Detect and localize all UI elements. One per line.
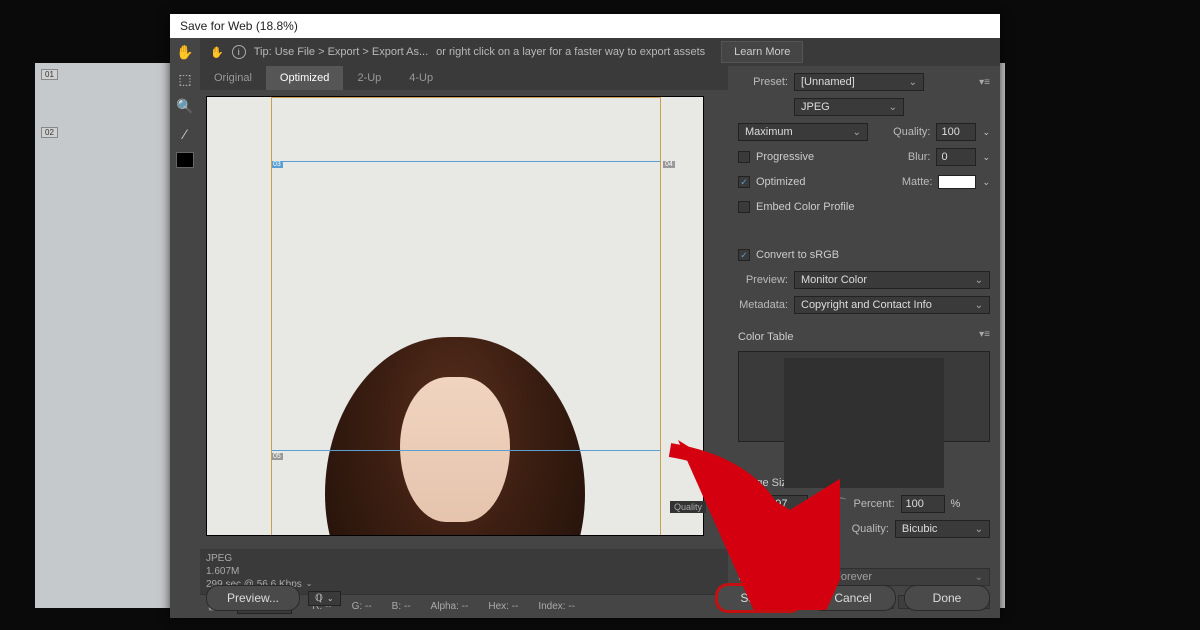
- matte-label: Matte:: [902, 176, 933, 188]
- tip-bar: ✋ i Tip: Use File > Export > Export As..…: [200, 38, 1000, 66]
- eyedropper-tool[interactable]: ⁄: [175, 125, 195, 142]
- tip-text-1: Tip: Use File > Export > Export As...: [254, 46, 428, 58]
- preset-label: Preset:: [738, 76, 788, 88]
- h-label: H:: [738, 523, 752, 535]
- optimized-label: Optimized: [756, 176, 806, 188]
- tool-column: ✋ ⬚ 🔍 ⁄: [170, 38, 200, 168]
- learn-more-button[interactable]: Learn More: [721, 41, 803, 63]
- color-table-title: Color Table: [738, 331, 793, 343]
- quality-input[interactable]: [936, 123, 976, 141]
- slice-select-tool[interactable]: ⬚: [175, 71, 195, 88]
- progressive-label: Progressive: [756, 151, 814, 163]
- progressive-checkbox[interactable]: [738, 151, 750, 163]
- matte-swatch[interactable]: [938, 175, 976, 189]
- resample-dropdown[interactable]: Bicubic: [895, 520, 990, 538]
- animation-title: Animation: [738, 550, 990, 562]
- preview-label: Preview:: [738, 274, 788, 286]
- pct-label: %: [951, 498, 961, 510]
- dialog-titlebar: Save for Web (18.8%): [170, 14, 1000, 38]
- preset-dropdown[interactable]: [Unnamed]: [794, 73, 924, 91]
- bg-slice-01: 01: [41, 69, 58, 80]
- zoom-tool[interactable]: 🔍: [175, 98, 195, 115]
- dialog-footer: Preview... ℚ ⌄ Save... Cancel Done: [206, 584, 990, 612]
- slice-outer: [271, 97, 661, 536]
- hand-tool[interactable]: ✋: [175, 44, 195, 61]
- embed-profile-checkbox[interactable]: [738, 201, 750, 213]
- preset-menu-icon[interactable]: ▾≡: [979, 77, 990, 88]
- quality-label: Quality:: [893, 126, 930, 138]
- chevron-down-icon[interactable]: ⌄: [982, 152, 990, 163]
- width-input[interactable]: [758, 495, 808, 513]
- px-label-2: px: [814, 523, 826, 535]
- blur-input[interactable]: [936, 148, 976, 166]
- blur-label: Blur:: [908, 151, 931, 163]
- quality-badge: Quality: [670, 501, 706, 513]
- dialog-title: Save for Web (18.8%): [180, 19, 298, 33]
- metadata-dropdown[interactable]: Copyright and Contact Info: [794, 296, 990, 314]
- srgb-label: Convert to sRGB: [756, 249, 839, 261]
- view-tabs: Original Optimized 2-Up 4-Up: [200, 66, 728, 90]
- tab-4up[interactable]: 4-Up: [395, 66, 447, 90]
- status-size: 1.607M: [206, 565, 722, 578]
- percent-label: Percent:: [854, 498, 895, 510]
- metadata-label: Metadata:: [738, 299, 788, 311]
- bg-slice-02: 02: [41, 127, 58, 138]
- tab-optimized[interactable]: Optimized: [266, 66, 344, 90]
- info-icon: i: [232, 45, 246, 59]
- percent-input[interactable]: [901, 495, 945, 513]
- browser-preview-dropdown[interactable]: ℚ ⌄: [308, 591, 341, 606]
- optimized-checkbox[interactable]: ✓: [738, 176, 750, 188]
- save-for-web-dialog: Save for Web (18.8%) ✋ ⬚ 🔍 ⁄ ✋ i Tip: Us…: [170, 14, 1000, 618]
- settings-panel: Preset: [Unnamed] ▾≡ JPEG Maximum Qualit…: [728, 66, 1000, 618]
- preview-dropdown[interactable]: Monitor Color: [794, 271, 990, 289]
- hand-icon: ✋: [210, 46, 224, 59]
- status-format: JPEG: [206, 552, 722, 565]
- done-button[interactable]: Done: [904, 585, 990, 611]
- loop-label: Looping Options:: [738, 571, 821, 583]
- chevron-down-icon[interactable]: ⌄: [982, 127, 990, 138]
- chevron-down-icon[interactable]: ⌄: [982, 177, 990, 188]
- color-swatch[interactable]: [176, 152, 194, 168]
- embed-profile-label: Embed Color Profile: [756, 201, 854, 213]
- color-table-area: [738, 351, 990, 442]
- tab-original[interactable]: Original: [200, 66, 266, 90]
- srgb-checkbox[interactable]: ✓: [738, 249, 750, 261]
- tab-2up[interactable]: 2-Up: [343, 66, 395, 90]
- color-table-menu-icon[interactable]: ▾≡: [979, 329, 990, 340]
- tip-text-2: or right click on a layer for a faster w…: [436, 46, 705, 58]
- link-icon[interactable]: ]⁀: [834, 498, 846, 511]
- preview-canvas[interactable]: 03 04 05: [206, 96, 704, 536]
- px-label: px: [814, 498, 826, 510]
- height-input[interactable]: [758, 520, 808, 538]
- compression-dropdown[interactable]: Maximum: [738, 123, 868, 141]
- format-dropdown[interactable]: JPEG: [794, 98, 904, 116]
- preview-button[interactable]: Preview...: [206, 585, 300, 611]
- preview-panel: Original Optimized 2-Up 4-Up 03 04: [200, 66, 728, 618]
- quality2-label: Quality:: [852, 523, 889, 535]
- w-label: W:: [738, 498, 752, 510]
- save-button[interactable]: Save...: [716, 584, 802, 612]
- slice-label-04: 04: [663, 161, 675, 168]
- cancel-button[interactable]: Cancel: [810, 585, 896, 611]
